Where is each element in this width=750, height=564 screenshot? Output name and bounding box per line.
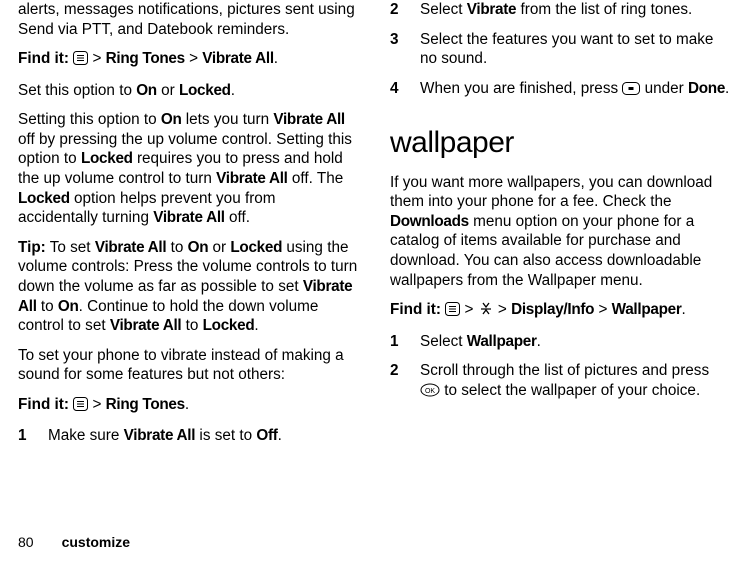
find-it-line: Find it: > Ring Tones > Vibrate All. [18, 49, 358, 71]
settings-icon [478, 301, 494, 322]
menu-key-icon [445, 302, 460, 322]
step-number: 3 [390, 30, 420, 69]
wallpaper-label: Wallpaper [612, 301, 682, 318]
menu-key-icon [73, 51, 88, 71]
menu-key-icon [73, 397, 88, 417]
page-footer: 80 customize [18, 528, 730, 552]
step-number: 1 [390, 332, 420, 352]
find-it-label: Find it: [390, 301, 441, 318]
softkey-icon [622, 81, 640, 101]
paragraph: If you want more wallpapers, you can dow… [390, 173, 730, 290]
step-number: 4 [390, 79, 420, 101]
step-4: 4 When you are finished, press under Don… [390, 79, 730, 101]
find-it-line: Find it: > Ring Tones. [18, 395, 358, 417]
wallpaper-heading: wallpaper [390, 124, 730, 162]
tip-label: Tip: [18, 239, 46, 256]
step-number: 2 [390, 361, 420, 402]
find-it-line: Find it: > > Display/Info > Wallpaper. [390, 300, 730, 322]
step-1: 1 Select Wallpaper. [390, 332, 730, 352]
ok-key-icon: OK [420, 383, 440, 403]
step-2: 2 Scroll through the list of pictures an… [390, 361, 730, 402]
find-it-label: Find it: [18, 50, 69, 67]
page-number: 80 [18, 534, 34, 552]
paragraph: Setting this option to On lets you turn … [18, 110, 358, 227]
paragraph: Set this option to On or Locked. [18, 81, 358, 101]
step-body: Make sure Vibrate All is set to Off. [48, 426, 358, 446]
step-3: 3 Select the features you want to set to… [390, 30, 730, 69]
svg-text:OK: OK [425, 388, 435, 395]
step-body: Select the features you want to set to m… [420, 30, 730, 69]
ring-tones-label: Ring Tones [106, 50, 185, 67]
step-number: 1 [18, 426, 48, 446]
paragraph: alerts, messages notifications, pictures… [18, 0, 358, 39]
vibrate-all-label: Vibrate All [202, 50, 274, 67]
step-body: Select Wallpaper. [420, 332, 730, 352]
step-body: When you are finished, press under Done. [420, 79, 730, 101]
find-it-label: Find it: [18, 396, 69, 413]
ring-tones-label: Ring Tones [106, 396, 185, 413]
step-body: Scroll through the list of pictures and … [420, 361, 730, 402]
step-number: 2 [390, 0, 420, 20]
step-body: Select Vibrate from the list of ring ton… [420, 0, 730, 20]
step-2: 2 Select Vibrate from the list of ring t… [390, 0, 730, 20]
step-1: 1 Make sure Vibrate All is set to Off. [18, 426, 358, 446]
section-name: customize [62, 534, 130, 552]
display-info-label: Display/Info [511, 301, 594, 318]
tip-paragraph: Tip: To set Vibrate All to On or Locked … [18, 238, 358, 336]
paragraph: To set your phone to vibrate instead of … [18, 346, 358, 385]
